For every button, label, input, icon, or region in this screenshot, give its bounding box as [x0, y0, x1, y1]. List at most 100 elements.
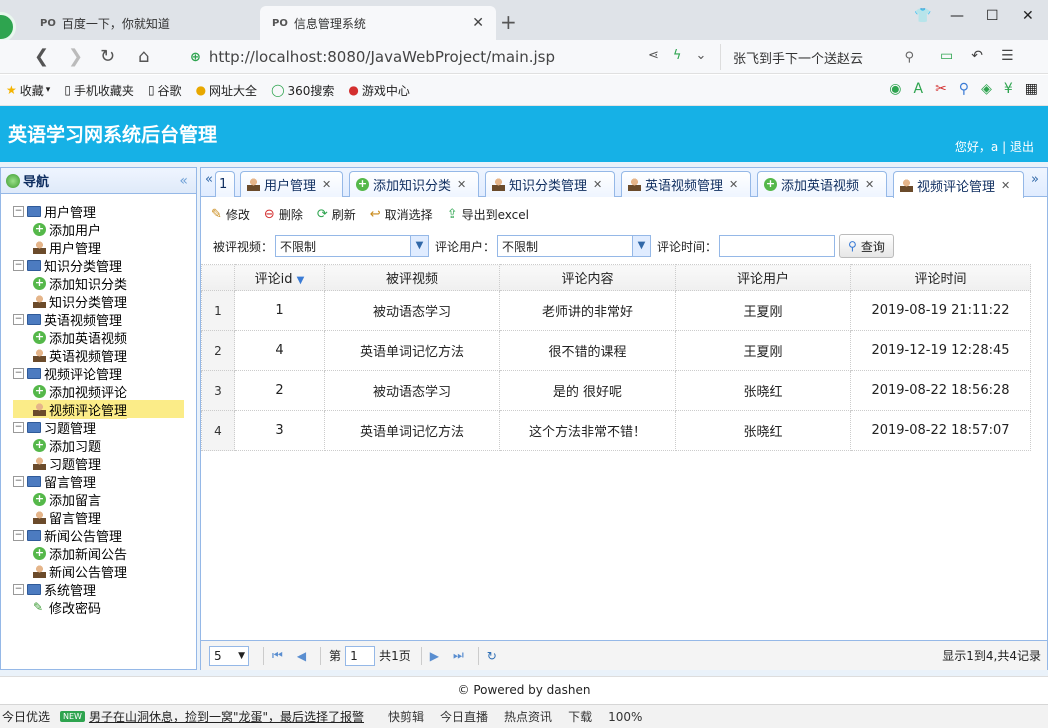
nav-item[interactable]: + 添加用户 [13, 220, 196, 239]
undo-icon[interactable]: ↶ [971, 48, 983, 64]
cancel-select-button[interactable]: ↩ 取消选择 [370, 206, 433, 223]
zoom-level[interactable]: 100% [608, 710, 642, 724]
flash-icon[interactable]: ϟ [673, 48, 682, 63]
page-size-select[interactable]: 5 ▼ [209, 645, 249, 666]
export-excel-button[interactable]: ⇪ 导出到excel [447, 206, 529, 223]
first-page-icon[interactable]: ⏮ [272, 648, 283, 663]
collapse-toggle-icon[interactable]: − [13, 313, 24, 325]
close-icon[interactable]: ✕ [729, 178, 738, 191]
nav-item[interactable]: + 添加英语视频 [13, 328, 196, 347]
tab-comment-manage[interactable]: 视频评论管理 ✕ [893, 171, 1024, 198]
chevron-down-icon[interactable]: ⌄ [695, 48, 706, 63]
search-icon[interactable]: ⚲ [904, 50, 914, 65]
nav-group[interactable]: − 习题管理 [13, 418, 196, 437]
bookmark-favorites[interactable]: ★ 收藏 ▾ [6, 82, 50, 99]
query-button[interactable]: ⚲ 查询 [839, 234, 894, 258]
bookmark-games[interactable]: ● 游戏中心 [348, 82, 410, 99]
reload-button[interactable]: ↻ [100, 46, 115, 67]
tab-partial[interactable]: 1 [215, 171, 235, 197]
collapse-toggle-icon[interactable]: − [13, 259, 24, 271]
nav-item[interactable]: + 添加知识分类 [13, 274, 196, 293]
collapse-icon[interactable]: « [179, 173, 188, 189]
delete-button[interactable]: ⊖ 删除 [264, 206, 303, 223]
tab-add-video[interactable]: + 添加英语视频 ✕ [757, 171, 887, 197]
new-tab-button[interactable]: + [500, 10, 517, 34]
home-button[interactable]: ⌂ [138, 46, 149, 67]
tab-category-manage[interactable]: 知识分类管理 ✕ [485, 171, 615, 197]
url-field[interactable]: ⊕ http://localhost:8080/JavaWebProject/m… [190, 44, 720, 70]
close-window-button[interactable]: ✕ [1022, 8, 1034, 24]
forward-button[interactable]: ❯ [68, 46, 83, 67]
close-icon[interactable]: ✕ [457, 178, 466, 191]
translate-icon[interactable]: A [913, 81, 923, 97]
tab-add-category[interactable]: + 添加知识分类 ✕ [349, 171, 479, 197]
collapse-toggle-icon[interactable]: − [13, 583, 24, 595]
gamepad-icon[interactable]: ◈ [981, 81, 992, 97]
nav-group[interactable]: − 留言管理 [13, 472, 196, 491]
column-header-video[interactable]: 被评视频 [324, 264, 500, 291]
collapse-toggle-icon[interactable]: − [13, 529, 24, 541]
bookmark-google[interactable]: ▯ 谷歌 [148, 82, 182, 99]
search-input[interactable]: 张飞到手下一个送赵云 ⚲ [720, 44, 920, 70]
collapse-toggle-icon[interactable]: − [13, 367, 24, 379]
battery-icon[interactable]: ▭ [940, 48, 953, 64]
live-item[interactable]: 今日直播 [440, 708, 488, 725]
nav-item[interactable]: + 添加视频评论 [13, 382, 196, 401]
share-icon[interactable]: ⋖ [648, 48, 659, 63]
nav-item[interactable]: ✎ 修改密码 [13, 598, 196, 617]
nav-item[interactable]: 视频评论管理 [13, 399, 184, 419]
money-icon[interactable]: ¥ [1004, 81, 1013, 97]
nav-item[interactable]: + 添加新闻公告 [13, 544, 196, 563]
next-page-icon[interactable]: ▶ [430, 649, 439, 663]
nav-item[interactable]: 英语视频管理 [13, 346, 196, 365]
video-filter-select[interactable]: 不限制 ▼ [275, 235, 430, 257]
bookmark-mobile[interactable]: ▯ 手机收藏夹 [64, 82, 134, 99]
table-row[interactable]: 4 3 英语单词记忆方法 这个方法非常不错！ 张晓红 2019-08-22 18… [201, 410, 1031, 451]
minimize-button[interactable]: — [950, 8, 964, 24]
edit-button[interactable]: ✎ 修改 [211, 206, 250, 223]
hot-news-item[interactable]: 热点资讯 [504, 708, 552, 725]
logout-link[interactable]: 退出 [1010, 140, 1034, 154]
browser-tab-baidu[interactable]: PO 百度一下，你就知道 [28, 6, 260, 40]
tab-video-manage[interactable]: 英语视频管理 ✕ [621, 171, 751, 197]
close-icon[interactable]: ✕ [1001, 179, 1010, 192]
column-header-user[interactable]: 评论用户 [675, 264, 851, 291]
nav-item[interactable]: 习题管理 [13, 454, 196, 473]
nav-group[interactable]: − 知识分类管理 [13, 256, 196, 275]
nav-item[interactable]: + 添加留言 [13, 490, 196, 509]
collapse-toggle-icon[interactable]: − [13, 475, 24, 487]
close-icon[interactable]: ✕ [865, 178, 874, 191]
browser-tab-system[interactable]: PO 信息管理系统 ✕ [260, 6, 496, 40]
column-header-time[interactable]: 评论时间 [850, 264, 1031, 291]
column-header-content[interactable]: 评论内容 [499, 264, 676, 291]
magnifier-icon[interactable]: ⚲ [959, 81, 969, 97]
apps-icon[interactable]: ▦ [1025, 81, 1038, 97]
prev-page-icon[interactable]: ◀ [297, 649, 306, 663]
skin-icon[interactable]: 👕 [914, 8, 931, 24]
time-filter-input[interactable] [719, 235, 836, 257]
page-number-input[interactable]: 1 [345, 645, 376, 666]
nav-item[interactable]: 用户管理 [13, 238, 196, 257]
nav-group[interactable]: − 系统管理 [13, 580, 196, 599]
today-picks-link[interactable]: 今日优选 [2, 708, 50, 725]
scroll-right-icon[interactable]: » [1031, 172, 1039, 196]
nav-group[interactable]: − 新闻公告管理 [13, 526, 196, 545]
nav-group[interactable]: − 英语视频管理 [13, 310, 196, 329]
last-page-icon[interactable]: ⏭ [453, 648, 464, 663]
bookmark-360[interactable]: ◯ 360搜索 [271, 82, 334, 99]
close-icon[interactable]: ✕ [593, 178, 602, 191]
download-item[interactable]: 下载 [568, 708, 592, 725]
close-icon[interactable]: ✕ [322, 178, 331, 191]
scissors-icon[interactable]: ✂ [935, 81, 947, 97]
reload-icon[interactable]: ↻ [487, 649, 497, 663]
wechat-icon[interactable]: ◉ [889, 81, 901, 97]
news-headline-link[interactable]: 男子在山洞休息，捡到一窝"龙蛋"，最后选择了报警 [89, 708, 364, 725]
column-header-id[interactable]: 评论id ▼ [234, 264, 325, 291]
table-row[interactable]: 2 4 英语单词记忆方法 很不错的课程 王夏刚 2019-12-19 12:28… [201, 330, 1031, 371]
collapse-toggle-icon[interactable]: − [13, 205, 24, 217]
scroll-left-icon[interactable]: « [205, 172, 213, 196]
table-row[interactable]: 3 2 被动语态学习 是的 很好呢 张晓红 2019-08-22 18:56:2… [201, 370, 1031, 411]
quick-edit-item[interactable]: 快剪辑 [388, 708, 424, 725]
bookmark-sites[interactable]: ● 网址大全 [196, 82, 258, 99]
refresh-button[interactable]: ⟳ 刷新 [317, 206, 356, 223]
